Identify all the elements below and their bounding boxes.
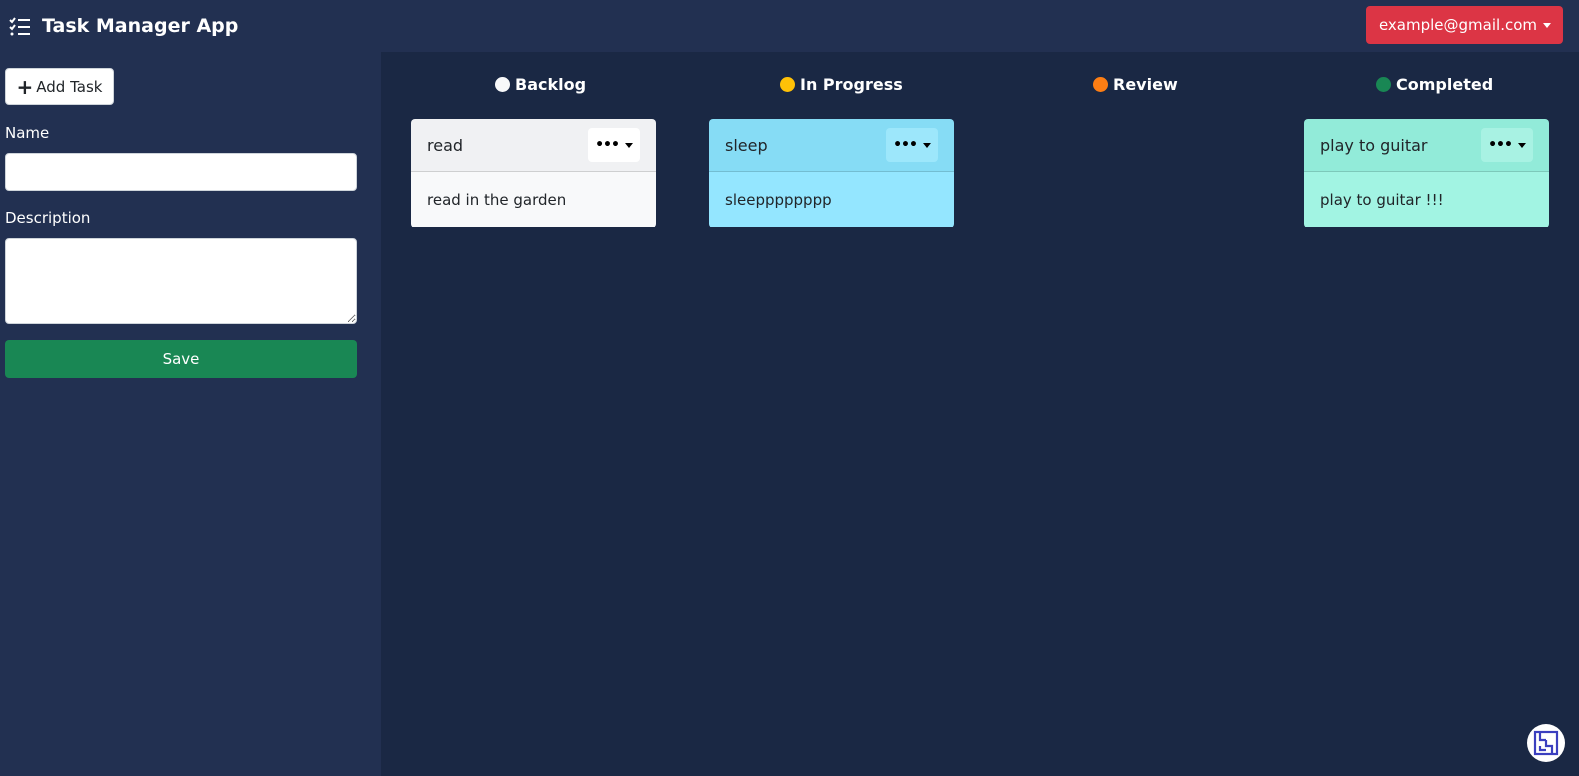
user-menu-button[interactable]: example@gmail.com — [1365, 6, 1563, 44]
status-dot-icon — [495, 77, 510, 92]
status-dot-icon — [780, 77, 795, 92]
save-button[interactable]: Save — [5, 340, 357, 378]
task-card[interactable]: read ••• read in the garden — [411, 119, 656, 228]
card-options-button[interactable]: ••• — [588, 128, 640, 162]
app-title: Task Manager App — [42, 15, 239, 37]
caret-down-icon — [1517, 142, 1526, 148]
card-options-button[interactable]: ••• — [886, 128, 938, 162]
card-description: play to guitar !!! — [1320, 190, 1444, 209]
task-card[interactable]: play to guitar ••• play to guitar !!! — [1304, 119, 1549, 228]
column-title: Completed — [1396, 75, 1494, 94]
navbar: Task Manager App example@gmail.com — [0, 0, 1579, 52]
caret-down-icon — [624, 142, 633, 148]
card-header: play to guitar ••• — [1304, 119, 1549, 172]
card-header: read ••• — [411, 119, 656, 172]
card-description: read in the garden — [427, 190, 567, 209]
status-dot-icon — [1093, 77, 1108, 92]
column-header-in-progress: In Progress — [780, 75, 903, 94]
name-label: Name — [5, 124, 50, 142]
card-options-button[interactable]: ••• — [1481, 128, 1533, 162]
task-card[interactable]: sleep ••• sleepppppppp — [709, 119, 954, 228]
card-description: sleepppppppp — [725, 190, 832, 209]
description-textarea[interactable] — [5, 238, 357, 324]
maze-logo-icon[interactable] — [1527, 724, 1565, 762]
add-task-label: Add Task — [36, 77, 103, 96]
card-title: read — [427, 135, 464, 155]
add-task-button[interactable]: + Add Task — [5, 68, 114, 105]
status-dot-icon — [1376, 77, 1391, 92]
column-header-backlog: Backlog — [495, 75, 586, 94]
card-title: sleep — [725, 135, 768, 155]
caret-down-icon — [1543, 22, 1551, 28]
maze-icon — [1533, 730, 1559, 756]
column-header-review: Review — [1093, 75, 1178, 94]
task-list-icon — [9, 17, 30, 36]
card-body: sleepppppppp — [709, 172, 954, 227]
more-horizontal-icon: ••• — [893, 137, 918, 153]
more-horizontal-icon: ••• — [595, 137, 620, 153]
card-header: sleep ••• — [709, 119, 954, 172]
user-email: example@gmail.com — [1378, 16, 1537, 34]
brand[interactable]: Task Manager App — [8, 14, 238, 38]
column-title: In Progress — [800, 75, 903, 94]
kanban-board: Backlog In Progress Review Completed rea… — [381, 52, 1579, 776]
column-title: Review — [1113, 75, 1178, 94]
name-input[interactable] — [5, 153, 357, 191]
more-horizontal-icon: ••• — [1488, 137, 1513, 153]
card-body: play to guitar !!! — [1304, 172, 1549, 227]
caret-down-icon — [922, 142, 931, 148]
description-label: Description — [5, 209, 91, 227]
card-title: play to guitar — [1320, 135, 1428, 155]
column-header-completed: Completed — [1376, 75, 1493, 94]
plus-icon: + — [16, 74, 34, 99]
sidebar: + Add Task Name Description Save — [0, 52, 381, 776]
column-title: Backlog — [515, 75, 587, 94]
card-body: read in the garden — [411, 172, 656, 227]
